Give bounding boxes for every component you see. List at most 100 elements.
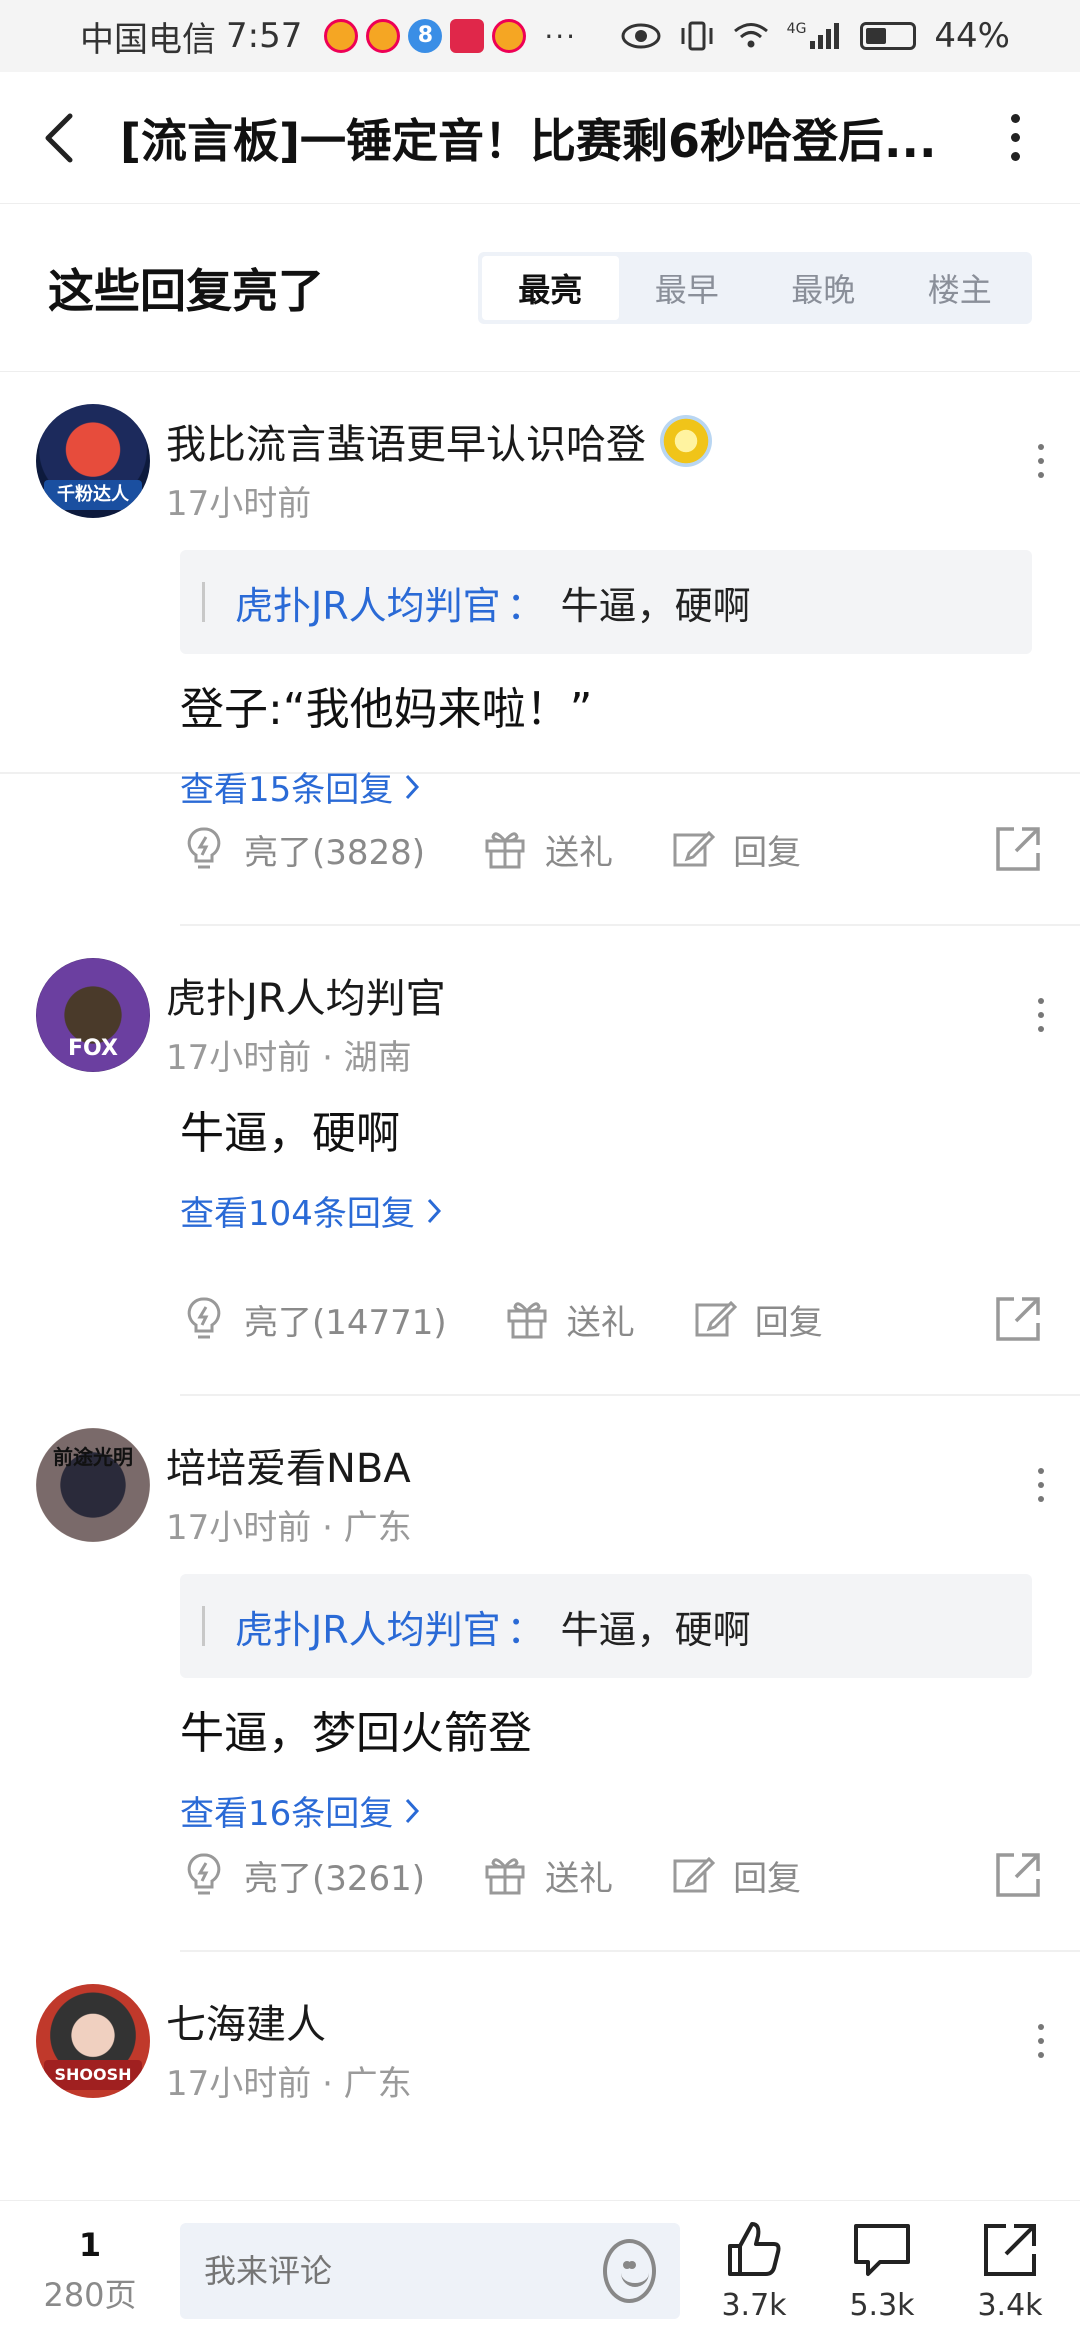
light-count: 亮了(3261) bbox=[244, 1858, 426, 1899]
light-button[interactable]: 亮了(3261) bbox=[180, 1851, 425, 1900]
battery-icon bbox=[860, 22, 917, 50]
gift-icon bbox=[485, 832, 525, 869]
edit-icon bbox=[673, 830, 716, 867]
comment-item: FOX 虎扑JR人均判官 17小时前 · 湖南 牛逼，硬啊 查看104条回复 bbox=[0, 926, 1080, 1244]
avatar[interactable]: 前途光明 bbox=[36, 1428, 150, 1542]
medal-icon bbox=[660, 415, 712, 467]
avatar-badge: 千粉达人 bbox=[44, 480, 142, 510]
edit-icon bbox=[673, 1856, 716, 1893]
status-left: 中国电信 7:57 8 ··· bbox=[80, 12, 577, 61]
book-app-icon bbox=[450, 19, 485, 53]
username[interactable]: 培培爱看NBA bbox=[166, 1436, 411, 1494]
current-page: 1 bbox=[78, 2225, 102, 2264]
comment-icon bbox=[854, 2224, 910, 2276]
comment-header: 前途光明 培培爱看NBA 17小时前 · 广东 bbox=[0, 1396, 1080, 1556]
gift-button[interactable]: 送礼 bbox=[481, 825, 613, 874]
top-nav: [流言板]一锤定音！比赛剩6秒哈登后... bbox=[0, 72, 1080, 204]
quoted-reply[interactable]: 虎扑JR人均判官 ： 牛逼，硬啊 bbox=[180, 550, 1032, 654]
quoted-reply[interactable]: 虎扑JR人均判官 ： 牛逼，硬啊 bbox=[180, 1574, 1032, 1678]
section-title: 这些回复亮了 bbox=[48, 263, 324, 318]
username[interactable]: 我比流言蜚语更早认识哈登 bbox=[166, 412, 712, 470]
gift-label: 送礼 bbox=[545, 832, 614, 873]
avatar[interactable]: SHOOSH bbox=[36, 1984, 150, 2098]
share-icon bbox=[996, 1297, 1040, 1341]
comment-input-box[interactable] bbox=[180, 2222, 680, 2319]
share-button[interactable] bbox=[992, 1293, 1044, 1345]
gift-button[interactable]: 送礼 bbox=[503, 1295, 635, 1344]
comment-count: 5.3k bbox=[849, 2288, 915, 2323]
kebab-icon bbox=[1010, 109, 1020, 166]
tab-earliest[interactable]: 最早 bbox=[619, 256, 756, 320]
comment-more-button[interactable] bbox=[1038, 2024, 1044, 2058]
username-text: 培培爱看NBA bbox=[166, 1446, 411, 1492]
share-button[interactable] bbox=[992, 823, 1044, 875]
comment-more-button[interactable] bbox=[1038, 998, 1044, 1032]
comment-meta: 17小时前 · 湖南 bbox=[166, 1038, 412, 1078]
quote-bar bbox=[202, 582, 205, 622]
gift-button[interactable]: 送礼 bbox=[481, 1851, 613, 1900]
page-title: [流言板]一锤定音！比赛剩6秒哈登后... bbox=[120, 113, 937, 168]
more-options-button[interactable] bbox=[970, 72, 1060, 204]
carrier: 中国电信 bbox=[80, 19, 216, 60]
bottom-actions: 3.7k 5.3k 3.4k bbox=[704, 2218, 1060, 2323]
reply-button[interactable]: 回复 bbox=[691, 1295, 823, 1344]
username-text: 我比流言蜚语更早认识哈登 bbox=[166, 422, 646, 468]
quote-text: 牛逼，硬啊 bbox=[560, 1607, 751, 1652]
username[interactable]: 虎扑JR人均判官 bbox=[166, 966, 446, 1024]
username[interactable]: 七海建人 bbox=[166, 1992, 326, 2050]
emoji-icon[interactable] bbox=[603, 2238, 656, 2303]
comment-text: 登子:“我他妈来啦！” bbox=[180, 684, 593, 735]
comment-meta: 17小时前 bbox=[166, 484, 312, 524]
like-button[interactable]: 3.7k bbox=[704, 2218, 804, 2323]
reply-button[interactable]: 回复 bbox=[669, 825, 801, 874]
reply-button[interactable]: 回复 bbox=[669, 1851, 801, 1900]
edit-icon bbox=[695, 1300, 737, 1337]
comment-text: 牛逼，梦回火箭登 bbox=[180, 1708, 532, 1759]
avatar[interactable]: 千粉达人 bbox=[36, 404, 150, 518]
chevron-left-icon bbox=[45, 113, 73, 162]
comment-item: SHOOSH 七海建人 17小时前 · 广东 bbox=[0, 1952, 1080, 2132]
thumbs-up-icon bbox=[728, 2222, 781, 2276]
comment-actions: 亮了(14771) 送礼 回复 bbox=[180, 1244, 1044, 1394]
comment-more-button[interactable] bbox=[1038, 1468, 1044, 1502]
tab-hottest[interactable]: 最亮 bbox=[482, 255, 619, 320]
avatar-badge: SHOOSH bbox=[44, 2060, 142, 2090]
wifi-icon bbox=[733, 23, 768, 48]
quote-bar bbox=[202, 1606, 205, 1646]
lightbulb-icon bbox=[187, 1297, 221, 1339]
comment-header: FOX 虎扑JR人均判官 17小时前 · 湖南 bbox=[0, 926, 1080, 1086]
comment-header: SHOOSH 七海建人 17小时前 · 广东 bbox=[0, 1952, 1080, 2112]
sort-tabs: 最亮 最早 最晚 楼主 bbox=[478, 251, 1032, 324]
avatar[interactable]: FOX bbox=[36, 958, 150, 1072]
light-button[interactable]: 亮了(14771) bbox=[180, 1295, 447, 1344]
share-button[interactable] bbox=[992, 1849, 1044, 1901]
tab-op[interactable]: 楼主 bbox=[892, 256, 1029, 320]
back-button[interactable] bbox=[0, 72, 120, 204]
gift-icon bbox=[507, 1302, 547, 1339]
status-right: 4G 44% bbox=[621, 16, 1010, 56]
avatar-badge: FOX bbox=[68, 1036, 118, 1061]
tab-latest[interactable]: 最晚 bbox=[755, 256, 892, 320]
battery-percent: 44% bbox=[934, 16, 1010, 56]
total-pages: 280页 bbox=[43, 2275, 137, 2314]
quote-username: 虎扑JR人均判官 bbox=[235, 583, 501, 628]
gift-icon bbox=[485, 1858, 525, 1895]
reply-label: 回复 bbox=[733, 1858, 802, 1899]
view-replies-link[interactable]: 查看104条回复 bbox=[180, 1186, 1080, 1235]
light-button[interactable]: 亮了(3828) bbox=[180, 825, 425, 874]
like-count: 3.7k bbox=[721, 2288, 787, 2323]
comment-input[interactable] bbox=[204, 2251, 603, 2290]
light-count: 亮了(3828) bbox=[244, 832, 426, 873]
light-count: 亮了(14771) bbox=[244, 1302, 447, 1343]
gift-label: 送礼 bbox=[545, 1858, 614, 1899]
reply-label: 回复 bbox=[754, 1302, 823, 1343]
share-count: 3.4k bbox=[977, 2288, 1043, 2323]
notification-icons: 8 bbox=[324, 19, 527, 53]
share-icon bbox=[996, 827, 1040, 871]
comment-more-button[interactable] bbox=[1038, 444, 1044, 478]
username-text: 七海建人 bbox=[166, 2002, 326, 2048]
page-indicator[interactable]: 1 280页 bbox=[0, 2226, 180, 2316]
share-post-button[interactable]: 3.4k bbox=[960, 2218, 1060, 2323]
comments-button[interactable]: 5.3k bbox=[832, 2218, 932, 2323]
comment-item: 千粉达人 我比流言蜚语更早认识哈登 17小时前 虎扑JR人均判官 ： 牛逼，硬啊… bbox=[0, 372, 1080, 810]
